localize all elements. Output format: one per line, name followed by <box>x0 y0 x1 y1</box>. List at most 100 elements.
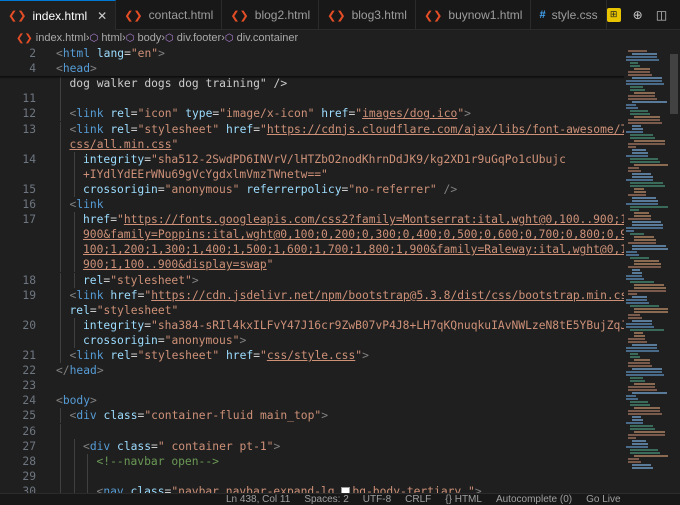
tab-blog2-html[interactable]: ❮❯ blog2.html <box>222 0 320 30</box>
indent-guide <box>60 317 61 333</box>
minimap-line <box>634 431 665 433</box>
code-line[interactable]: 2 <html lang="en"> <box>0 46 624 61</box>
code-line[interactable]: +IYdlYdEErWNu69gVcYgdxlmVmzTWnetw==" <box>0 166 624 182</box>
minimap-line <box>626 227 663 229</box>
tab-label: index.html <box>32 8 88 23</box>
code-line[interactable]: 24 <body> <box>0 393 624 408</box>
code-line[interactable]: 11 <box>0 91 624 107</box>
indent-guide <box>73 181 75 197</box>
code-line[interactable]: 29 <box>0 468 624 484</box>
tab-index-html[interactable]: ❮❯ index.html ✕ <box>0 0 117 30</box>
code-line[interactable]: 13 <link rel="stylesheet" href="https://c… <box>0 121 624 137</box>
minimap-line <box>634 215 651 217</box>
breadcrumb-item[interactable]: ❮❯ index.html <box>16 32 86 44</box>
code-line[interactable]: 16 <link <box>0 197 624 212</box>
cursor-position[interactable]: Ln 438, Col 11 <box>226 494 290 505</box>
code-line[interactable]: 25 <div class="container-fluid main_top"> <box>0 408 624 424</box>
code-line[interactable]: 15 crossorigin="anonymous" referrerpolicy… <box>0 181 624 197</box>
line-number: 15 <box>22 182 36 196</box>
minimap-line <box>632 128 643 130</box>
highlight-icon[interactable]: ⊞ <box>606 7 621 22</box>
code-line[interactable]: 23 <box>0 378 624 393</box>
close-icon[interactable]: ✕ <box>97 9 107 23</box>
element-icon: ⬡ <box>89 32 99 44</box>
code-line[interactable]: 20 integrity="sha384-sRIl4kxILFvY47J16cr9… <box>0 317 624 333</box>
minimap-line <box>628 461 641 463</box>
code-line[interactable]: css/all.min.css" <box>0 136 624 152</box>
split-editor-icon[interactable]: ◫ <box>655 8 669 22</box>
minimap-line <box>632 443 648 445</box>
vertical-scrollbar[interactable] <box>668 46 680 493</box>
line-number: 25 <box>22 409 36 423</box>
minimap-line <box>630 137 655 139</box>
indent-guide <box>60 121 61 137</box>
code-line[interactable]: 27 <div class=" container pt-1"> <box>0 438 624 454</box>
indent-guide <box>60 227 61 243</box>
code-line[interactable]: 22 </head> <box>0 363 624 378</box>
minimap-line <box>628 293 637 295</box>
file-encoding[interactable]: UTF-8 <box>363 494 391 505</box>
code-line[interactable]: 14 integrity="sha512-2SwdPD6INVrV/lHTZbO2… <box>0 151 624 167</box>
line-number: 2 <box>29 47 36 60</box>
indent-guide <box>60 181 61 197</box>
code-line[interactable]: 21 <link rel="stylesheet" href="css/style… <box>0 348 624 363</box>
minimap-line <box>634 332 643 334</box>
indent-guide <box>60 166 61 182</box>
code-line[interactable]: 19 <link href="https://cdn.jsdelivr.net/n… <box>0 287 624 303</box>
html-file-icon: ❮❯ <box>423 9 443 22</box>
code-line[interactable]: 900&family=Poppins:ital,wght@0,100;0,200… <box>0 227 624 243</box>
autocomplete-status[interactable]: Autocomplete (0) <box>496 494 572 505</box>
minimap-line <box>626 299 647 301</box>
code-line[interactable]: 30 <nav class="navbar navbar-expand-lg bg… <box>0 483 624 493</box>
code-line[interactable]: crossorigin="anonymous"> <box>0 332 624 348</box>
scrollbar-thumb[interactable] <box>670 54 678 114</box>
breadcrumb-item[interactable]: ⬡ div.container <box>225 32 298 44</box>
code-line[interactable]: 17 href="https://fonts.googleapis.com/css… <box>0 212 624 228</box>
code-line[interactable]: 18 rel="stylesheet"> <box>0 272 624 288</box>
minimap-line <box>626 323 652 325</box>
code-line[interactable]: 28 <!--navbar open--> <box>0 453 624 469</box>
html-file-icon: ❮❯ <box>230 9 249 22</box>
breadcrumb-item[interactable]: ⬡ div.footer <box>165 32 221 44</box>
minimap-line <box>628 290 666 292</box>
minimap[interactable] <box>624 46 668 493</box>
minimap-line <box>626 254 639 256</box>
language-mode[interactable]: {} HTML <box>445 494 482 505</box>
minimap-line <box>632 464 651 466</box>
tab-blog3-html[interactable]: ❮❯ blog3.html <box>319 0 416 30</box>
code-line[interactable]: 4 <head> <box>0 61 624 77</box>
end-of-line[interactable]: CRLF <box>405 494 431 505</box>
code-text: </head> <box>56 364 104 378</box>
minimap-line <box>626 251 637 253</box>
tab-contact-html[interactable]: ❮❯ contact.html <box>116 0 223 30</box>
minimap-line <box>632 248 668 250</box>
breadcrumb-item[interactable]: ⬡ body <box>126 32 162 44</box>
code-line[interactable]: 26 <box>0 423 624 439</box>
indentation-setting[interactable]: Spaces: 2 <box>304 494 348 505</box>
breadcrumb-item[interactable]: ⬡ html <box>90 32 123 44</box>
code-line[interactable]: 900;1,100..900&display=swap" <box>0 257 624 273</box>
indent-guide <box>60 106 61 122</box>
code-line[interactable]: 100;1,200;1,300;1,400;1,500;1,600;1,700;… <box>0 242 624 258</box>
code-line[interactable]: rel="stylesheet" <box>0 302 624 318</box>
code-text: 900;1,100..900&display=swap" <box>83 258 274 272</box>
minimap-line <box>630 161 660 163</box>
minimap-line <box>626 374 664 376</box>
minimap-line <box>634 212 649 214</box>
tab-buynow1-html[interactable]: ❮❯ buynow1.html <box>416 0 532 30</box>
code-line[interactable]: 12 <link rel="icon" type="image/x-icon" h… <box>0 106 624 122</box>
minimap-line <box>626 350 659 352</box>
tab-style-css[interactable]: # style.css <box>531 0 607 30</box>
minimap-line <box>634 92 655 94</box>
minimap-line <box>634 359 650 361</box>
line-number: 26 <box>22 424 36 438</box>
minimap-line <box>626 179 653 181</box>
code-text: <!--navbar open--> <box>96 454 219 468</box>
indent-guide <box>60 468 61 484</box>
line-number: 4 <box>29 62 36 76</box>
code-editor[interactable]: 2 <html lang="en"> 4 <head> dog walker dogs … <box>0 46 624 493</box>
indent-guide <box>73 332 75 348</box>
minimap-line <box>630 452 660 454</box>
go-live-button[interactable]: Go Live <box>586 494 620 505</box>
globe-icon[interactable]: ⊕ <box>631 8 645 22</box>
